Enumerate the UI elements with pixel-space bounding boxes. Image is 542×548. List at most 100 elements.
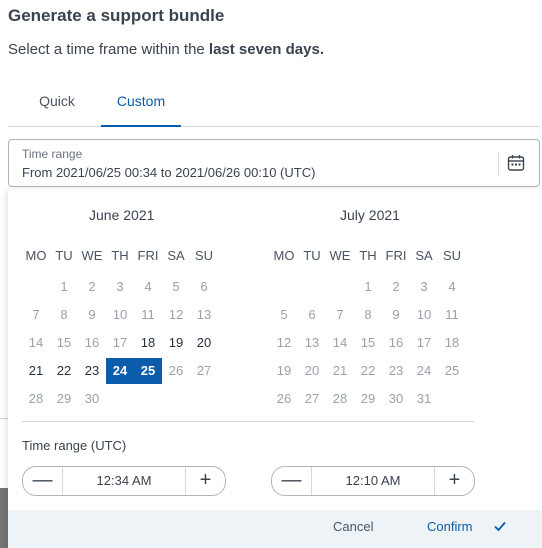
checkmark-icon[interactable] <box>493 519 507 533</box>
calendar-day: 7 <box>336 307 344 322</box>
calendar-day: 26 <box>168 363 184 378</box>
date-picker-popup: June 2021 July 2021 MO TU WE TH FRI SA SU 1 2 3 4 5… <box>8 189 542 548</box>
calendar-day: 9 <box>88 307 96 322</box>
weekday-header: TU <box>303 248 321 263</box>
calendar-day: 24 <box>416 363 432 378</box>
weekday-header: SU <box>194 248 214 263</box>
weekday-header: WE <box>329 248 351 263</box>
calendar-day: 19 <box>276 363 292 378</box>
field-divider <box>498 152 499 176</box>
subtitle-text: Select a time frame within the <box>8 41 209 58</box>
calendar-day: 28 <box>28 391 44 406</box>
calendar-day: 31 <box>416 391 432 406</box>
calendar-day: 16 <box>388 335 404 350</box>
calendar-day: 6 <box>308 307 316 322</box>
weekday-header: TH <box>359 248 377 263</box>
calendar-day: 17 <box>112 335 128 350</box>
calendar-day: 4 <box>448 279 456 294</box>
calendar-day: 8 <box>60 307 68 322</box>
end-time-value[interactable]: 12:10 AM <box>312 467 434 495</box>
calendar-day: 29 <box>360 391 376 406</box>
end-time-increment-button[interactable]: + <box>434 467 474 495</box>
calendar-day: 22 <box>360 363 376 378</box>
calendar-day: 4 <box>144 279 152 294</box>
calendar-day: 18 <box>444 335 460 350</box>
calendar-day: 5 <box>172 279 180 294</box>
calendar-day: 14 <box>332 335 348 350</box>
calendar-day: 10 <box>112 307 128 322</box>
calendar-day: 6 <box>200 279 208 294</box>
calendar-day[interactable]: 19 <box>162 330 190 356</box>
month-title-july: July 2021 <box>340 207 400 223</box>
calendar-day: 14 <box>28 335 44 350</box>
calendar-day: 21 <box>332 363 348 378</box>
time-range-utc-label: Time range (UTC) <box>22 438 127 453</box>
dialog-subtitle: Select a time frame within the last seve… <box>8 41 324 58</box>
calendar-day: 15 <box>56 335 72 350</box>
background-panel <box>0 488 8 548</box>
calendar-day: 15 <box>360 335 376 350</box>
dialog-title: Generate a support bundle <box>8 6 225 25</box>
weekday-header: WE <box>81 248 103 263</box>
picker-footer: Cancel Confirm <box>8 510 542 548</box>
calendar-day[interactable]: 25 <box>134 358 162 384</box>
calendar-day: 8 <box>364 307 372 322</box>
weekday-header: FRI <box>137 248 159 263</box>
confirm-button[interactable]: Confirm <box>427 519 473 534</box>
calendar-day: 23 <box>388 363 404 378</box>
calendar-day: 10 <box>416 307 432 322</box>
calendar-day: 12 <box>168 307 184 322</box>
calendar-day[interactable]: 20 <box>190 330 218 356</box>
tab-bar: Quick Custom <box>8 86 540 127</box>
end-time-stepper: — 12:10 AM + <box>271 466 475 496</box>
calendar-day: 2 <box>88 279 96 294</box>
calendar-icon[interactable] <box>507 154 525 172</box>
calendar-day: 1 <box>60 279 68 294</box>
time-range-field-label: Time range <box>22 147 83 161</box>
cancel-button[interactable]: Cancel <box>333 519 373 534</box>
calendar-day: 12 <box>276 335 292 350</box>
calendar-day: 28 <box>332 391 348 406</box>
subtitle-emphasis: last seven days. <box>208 41 324 58</box>
start-time-stepper: — 12:34 AM + <box>22 466 226 496</box>
calendar-day: 5 <box>280 307 288 322</box>
time-range-field[interactable]: Time range From 2021/06/25 00:34 to 2021… <box>8 139 540 187</box>
calendar-day: 9 <box>392 307 400 322</box>
weekday-header: SA <box>167 248 185 263</box>
calendar-day: 3 <box>116 279 124 294</box>
time-range-field-value: From 2021/06/25 00:34 to 2021/06/26 00:1… <box>22 165 316 180</box>
calendar-day: 16 <box>84 335 100 350</box>
end-time-decrement-button[interactable]: — <box>272 467 312 495</box>
calendar-day: 3 <box>420 279 428 294</box>
calendar-day: 26 <box>276 391 292 406</box>
weekday-header: FRI <box>385 248 407 263</box>
calendar-day[interactable]: 24 <box>106 358 134 384</box>
weekday-header: MO <box>273 248 295 263</box>
start-time-value[interactable]: 12:34 AM <box>63 467 185 495</box>
weekday-header: MO <box>25 248 47 263</box>
calendar-day: 27 <box>196 363 212 378</box>
start-time-increment-button[interactable]: + <box>185 467 225 495</box>
calendar-day: 1 <box>364 279 372 294</box>
time-divider <box>22 421 474 422</box>
calendar-day: 30 <box>388 391 404 406</box>
calendar-day: 29 <box>56 391 72 406</box>
weekday-header: SA <box>415 248 433 263</box>
weekday-header: SU <box>442 248 462 263</box>
calendar-day: 13 <box>304 335 320 350</box>
calendar-day: 20 <box>304 363 320 378</box>
calendar-day[interactable]: 23 <box>78 358 106 384</box>
calendar-day: 11 <box>445 307 459 322</box>
calendar-day: 17 <box>416 335 432 350</box>
calendar-day[interactable]: 21 <box>22 358 50 384</box>
calendar-day: 30 <box>84 391 100 406</box>
calendar-day: 13 <box>196 307 212 322</box>
calendar-day: 27 <box>304 391 320 406</box>
background-divider <box>0 418 8 419</box>
calendar-day[interactable]: 18 <box>134 330 162 356</box>
tab-custom[interactable]: Custom <box>101 86 181 127</box>
start-time-decrement-button[interactable]: — <box>23 467 63 495</box>
tab-quick[interactable]: Quick <box>22 86 92 127</box>
calendar-day[interactable]: 22 <box>50 358 78 384</box>
calendar-day: 25 <box>444 363 460 378</box>
